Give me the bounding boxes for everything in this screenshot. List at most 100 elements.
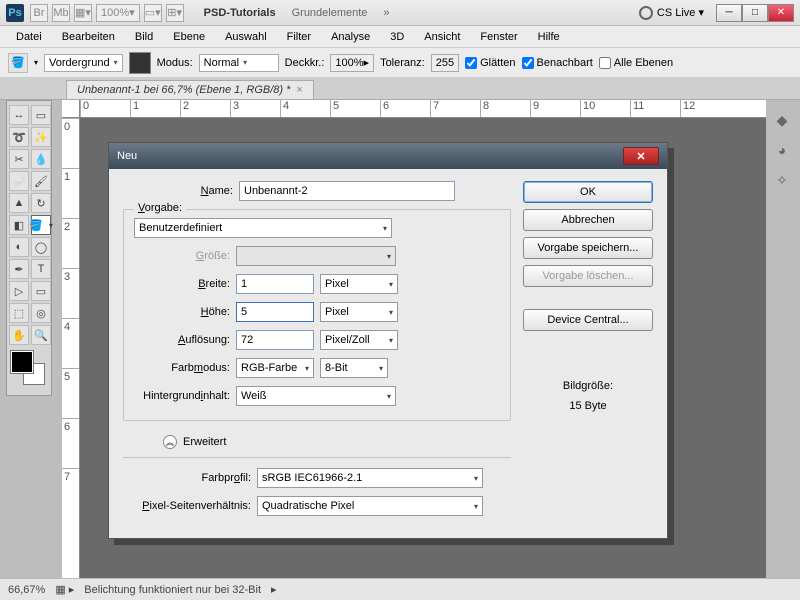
screen-mode-icon[interactable]: ▭▾ xyxy=(144,4,162,22)
contiguous-checkbox[interactable]: Benachbart xyxy=(522,57,593,69)
horizontal-ruler: 0123456789101112 xyxy=(80,100,766,118)
status-more[interactable]: ▸ xyxy=(271,583,277,596)
menu-datei[interactable]: Datei xyxy=(8,29,50,45)
eyedropper-tool-icon[interactable]: 💧 xyxy=(31,149,51,169)
menu-ebene[interactable]: Ebene xyxy=(165,29,213,45)
color-mode-select[interactable]: RGB-Farbe xyxy=(236,358,314,378)
zoom-tool-icon[interactable]: 🔍 xyxy=(31,325,51,345)
crop-tool-icon[interactable]: ✂ xyxy=(9,149,29,169)
window-minimize-button[interactable]: ─ xyxy=(716,4,742,22)
3d-camera-tool-icon[interactable]: ◎ xyxy=(31,303,51,323)
right-panel-dock: ◆ ◕ ✧ xyxy=(770,100,794,190)
bridge-icon[interactable]: Br xyxy=(30,4,48,22)
shape-tool-icon[interactable]: ▭ xyxy=(31,281,51,301)
workspace-tab-2[interactable]: Grundelemente xyxy=(284,7,376,19)
tolerance-field[interactable]: 255 xyxy=(431,54,459,72)
path-select-tool-icon[interactable]: ▷ xyxy=(9,281,29,301)
color-swatches[interactable] xyxy=(9,351,51,391)
paths-panel-icon[interactable]: ✧ xyxy=(772,170,792,190)
menu-bild[interactable]: Bild xyxy=(127,29,161,45)
stamp-tool-icon[interactable]: ▲ xyxy=(9,193,29,213)
save-preset-button[interactable]: Vorgabe speichern... xyxy=(523,237,653,259)
resolution-unit-select[interactable]: Pixel/Zoll xyxy=(320,330,398,350)
arrange-docs-icon[interactable]: ▦▾ xyxy=(74,4,92,22)
document-tab[interactable]: Unbenannt-1 bei 66,7% (Ebene 1, RGB/8) *… xyxy=(66,80,314,99)
foreground-color-swatch[interactable] xyxy=(11,351,33,373)
healing-brush-tool-icon[interactable]: 🩹 xyxy=(9,171,29,191)
channels-panel-icon[interactable]: ◕ xyxy=(772,140,792,160)
width-unit-select[interactable]: Pixel xyxy=(320,274,398,294)
menu-3d[interactable]: 3D xyxy=(382,29,412,45)
paint-bucket-tool-icon[interactable]: 🪣 xyxy=(31,215,51,235)
resolution-input[interactable] xyxy=(236,330,314,350)
width-input[interactable] xyxy=(236,274,314,294)
document-tab-close-icon[interactable]: × xyxy=(296,84,302,96)
workspace-more[interactable]: » xyxy=(375,7,397,19)
fill-source-combo[interactable]: Vordergrund xyxy=(44,54,123,72)
hoehe-label: Höhe: xyxy=(134,306,230,318)
height-input[interactable] xyxy=(236,302,314,322)
groesse-label: Größe: xyxy=(134,250,230,262)
pixel-aspect-select[interactable]: Quadratische Pixel xyxy=(257,496,483,516)
deckkr-label: Deckkr.: xyxy=(285,57,325,69)
advanced-toggle[interactable]: ︽ Erweitert xyxy=(163,435,226,449)
type-tool-icon[interactable]: T xyxy=(31,259,51,279)
hand-tool-icon[interactable]: ✋ xyxy=(9,325,29,345)
document-tabstrip: Unbenannt-1 bei 66,7% (Ebene 1, RGB/8) *… xyxy=(0,78,800,100)
brush-tool-icon[interactable]: 🖌 xyxy=(31,171,51,191)
height-unit-select[interactable]: Pixel xyxy=(320,302,398,322)
app-titlebar: Ps Br Mb ▦▾ 100% ▾ ▭▾ ⊞▾ PSD-Tutorials G… xyxy=(0,0,800,26)
all-layers-checkbox[interactable]: Alle Ebenen xyxy=(599,57,673,69)
extras-icon[interactable]: ⊞▾ xyxy=(166,4,184,22)
ok-button[interactable]: OK xyxy=(523,181,653,203)
opacity-field[interactable]: 100% ▸ xyxy=(330,54,374,72)
magic-wand-tool-icon[interactable]: ✨ xyxy=(31,127,51,147)
modus-label: Modus: xyxy=(157,57,193,69)
3d-tool-icon[interactable]: ⬚ xyxy=(9,303,29,323)
menu-ansicht[interactable]: Ansicht xyxy=(416,29,468,45)
background-content-select[interactable]: Weiß xyxy=(236,386,396,406)
toolbox: ↔ ▭ ➰ ✨ ✂ 💧 🩹 🖌 ▲ ↻ ◧ 🪣 ◐ ◯ ✒ T ▷ ▭ ⬚ ◎ … xyxy=(6,100,52,396)
toleranz-label: Toleranz: xyxy=(380,57,425,69)
bginhalt-label: Hintergrundinhalt: xyxy=(134,390,230,402)
move-tool-icon[interactable]: ↔ xyxy=(9,105,29,125)
status-nav-icon[interactable]: ▦ ▸ xyxy=(55,583,74,596)
blend-mode-combo[interactable]: Normal xyxy=(199,54,279,72)
zoom-level[interactable]: 100% ▾ xyxy=(96,4,140,22)
menu-hilfe[interactable]: Hilfe xyxy=(530,29,568,45)
advanced-label: Erweitert xyxy=(183,436,226,448)
breite-label: Breite: xyxy=(134,278,230,290)
device-central-button[interactable]: Device Central... xyxy=(523,309,653,331)
preset-select[interactable]: Benutzerdefiniert xyxy=(134,218,392,238)
dialog-close-button[interactable]: ✕ xyxy=(623,147,659,165)
status-zoom[interactable]: 66,67% xyxy=(8,584,45,596)
fill-swatch[interactable] xyxy=(129,52,151,74)
pixelsv-label: Pixel-Seitenverhältnis: xyxy=(123,500,251,512)
lasso-tool-icon[interactable]: ➰ xyxy=(9,127,29,147)
paint-bucket-icon[interactable]: 🪣 xyxy=(8,53,28,73)
dodge-tool-icon[interactable]: ◯ xyxy=(31,237,51,257)
menu-bearbeiten[interactable]: Bearbeiten xyxy=(54,29,123,45)
cslive-label[interactable]: CS Live ▾ xyxy=(657,6,704,19)
blur-tool-icon[interactable]: ◐ xyxy=(9,237,29,257)
antialias-checkbox[interactable]: Glätten xyxy=(465,57,515,69)
pen-tool-icon[interactable]: ✒ xyxy=(9,259,29,279)
aufloesung-label: Auflösung: xyxy=(134,334,230,346)
history-brush-tool-icon[interactable]: ↻ xyxy=(31,193,51,213)
dialog-titlebar[interactable]: Neu ✕ xyxy=(109,143,667,169)
window-maximize-button[interactable]: □ xyxy=(742,4,768,22)
minibridge-icon[interactable]: Mb xyxy=(52,4,70,22)
window-close-button[interactable]: ✕ xyxy=(768,4,794,22)
eraser-tool-icon[interactable]: ◧ xyxy=(9,215,29,235)
marquee-tool-icon[interactable]: ▭ xyxy=(31,105,51,125)
workspace-tab-1[interactable]: PSD-Tutorials xyxy=(196,7,284,19)
menu-analyse[interactable]: Analyse xyxy=(323,29,378,45)
menu-fenster[interactable]: Fenster xyxy=(472,29,525,45)
cancel-button[interactable]: Abbrechen xyxy=(523,209,653,231)
color-profile-select[interactable]: sRGB IEC61966-2.1 xyxy=(257,468,483,488)
menu-auswahl[interactable]: Auswahl xyxy=(217,29,275,45)
layers-panel-icon[interactable]: ◆ xyxy=(772,110,792,130)
name-input[interactable] xyxy=(239,181,455,201)
bit-depth-select[interactable]: 8-Bit xyxy=(320,358,388,378)
menu-filter[interactable]: Filter xyxy=(279,29,319,45)
